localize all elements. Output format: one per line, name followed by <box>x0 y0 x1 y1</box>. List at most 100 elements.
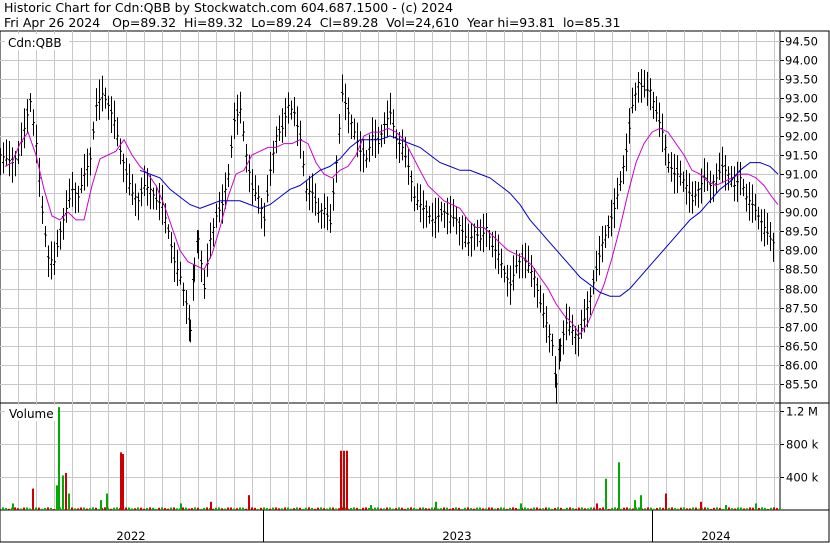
volume-bar <box>638 507 640 510</box>
price-bar <box>323 193 326 229</box>
volume-bar <box>308 507 310 510</box>
volume-bar <box>83 507 85 510</box>
price-bar <box>509 265 512 305</box>
volume-bar <box>590 507 592 510</box>
volume-bar <box>452 507 454 510</box>
volume-bar <box>737 507 739 510</box>
price-tick-label: 92.50 <box>785 111 818 125</box>
volume-bar <box>407 507 409 510</box>
volume-bar <box>47 507 49 510</box>
price-bar <box>721 146 724 184</box>
price-tick-label: 93.00 <box>785 92 818 106</box>
price-bar <box>715 163 718 194</box>
price-bar <box>467 223 470 257</box>
volume-bar <box>674 508 676 510</box>
volume-bar <box>647 507 649 510</box>
volume-bar <box>779 508 781 510</box>
volume-bar <box>435 501 437 510</box>
price-bar <box>377 126 380 154</box>
price-bar <box>763 209 766 247</box>
price-bar <box>107 95 110 120</box>
volume-tick-label: 400 k <box>786 471 819 485</box>
price-bar <box>170 232 173 264</box>
price-bar <box>116 117 119 147</box>
volume-bar <box>581 507 583 510</box>
volume-bar <box>257 508 259 510</box>
price-bar <box>254 175 257 201</box>
price-bar <box>437 197 440 233</box>
symbol-label: Cdn:QBB <box>8 36 62 50</box>
volume-bar <box>560 507 562 510</box>
volume-bar <box>56 485 58 510</box>
volume-bar <box>266 508 268 510</box>
price-bar <box>359 131 362 172</box>
volume-bar <box>233 508 235 510</box>
price-tick-label: 91.50 <box>785 149 818 163</box>
volume-bar <box>188 508 190 510</box>
price-bar <box>368 134 371 162</box>
price-bar <box>95 88 98 121</box>
price-bar <box>65 190 68 223</box>
price-bar <box>661 113 664 153</box>
volume-bar <box>626 507 628 510</box>
volume-bar <box>611 507 613 510</box>
year-label: 2024 <box>701 529 730 543</box>
price-bar <box>649 78 652 111</box>
price-bar <box>350 114 353 140</box>
price-bar <box>236 94 239 135</box>
volume-bar <box>722 508 724 510</box>
price-bar <box>365 149 368 168</box>
price-tick-label: 89.50 <box>785 225 818 239</box>
volume-bar <box>158 507 160 510</box>
volume-bar <box>131 508 133 510</box>
price-bar <box>625 133 628 172</box>
volume-bar <box>662 507 664 510</box>
volume-bar <box>584 508 586 510</box>
price-bar <box>26 99 29 134</box>
price-bar <box>658 102 661 138</box>
price-bar <box>101 75 104 112</box>
price-tick-label: 92.00 <box>785 130 818 144</box>
price-bar <box>185 290 188 324</box>
volume-bar <box>494 508 496 510</box>
price-tick-label: 86.00 <box>785 359 818 373</box>
volume-bar <box>618 462 620 510</box>
volume-bar <box>338 508 340 510</box>
volume-bar <box>776 508 778 510</box>
price-bar <box>290 100 293 120</box>
volume-bar <box>634 500 636 510</box>
volume-bar <box>758 507 760 510</box>
price-bar <box>239 91 242 124</box>
volume-bar <box>377 507 379 510</box>
price-bar <box>449 195 452 234</box>
price-bar <box>434 197 437 239</box>
volume-bar <box>716 507 718 510</box>
volume-bar <box>14 507 16 510</box>
price-bar <box>230 135 233 158</box>
volume-bar <box>455 507 457 510</box>
volume-bar <box>512 507 514 510</box>
volume-bar <box>443 507 445 510</box>
volume-bar <box>428 508 430 510</box>
volume-bar <box>653 508 655 510</box>
price-bar <box>332 178 335 211</box>
volume-bar <box>53 508 55 510</box>
price-bar <box>326 196 329 231</box>
volume-bar <box>278 508 280 510</box>
volume-bar <box>383 508 385 510</box>
volume-bar <box>320 507 322 510</box>
volume-bar <box>755 503 757 510</box>
price-bar <box>329 204 332 233</box>
volume-bar <box>44 507 46 510</box>
volume-bar <box>773 507 775 510</box>
price-bar <box>425 200 428 228</box>
volume-bar <box>593 507 595 510</box>
volume-bar <box>551 508 553 510</box>
volume-bar <box>221 508 223 510</box>
volume-bar <box>500 507 502 510</box>
volume-bar <box>365 507 367 510</box>
volume-bar <box>476 507 478 510</box>
volume-bar <box>77 508 79 510</box>
price-bar <box>386 100 389 138</box>
volume-bar <box>350 507 352 510</box>
